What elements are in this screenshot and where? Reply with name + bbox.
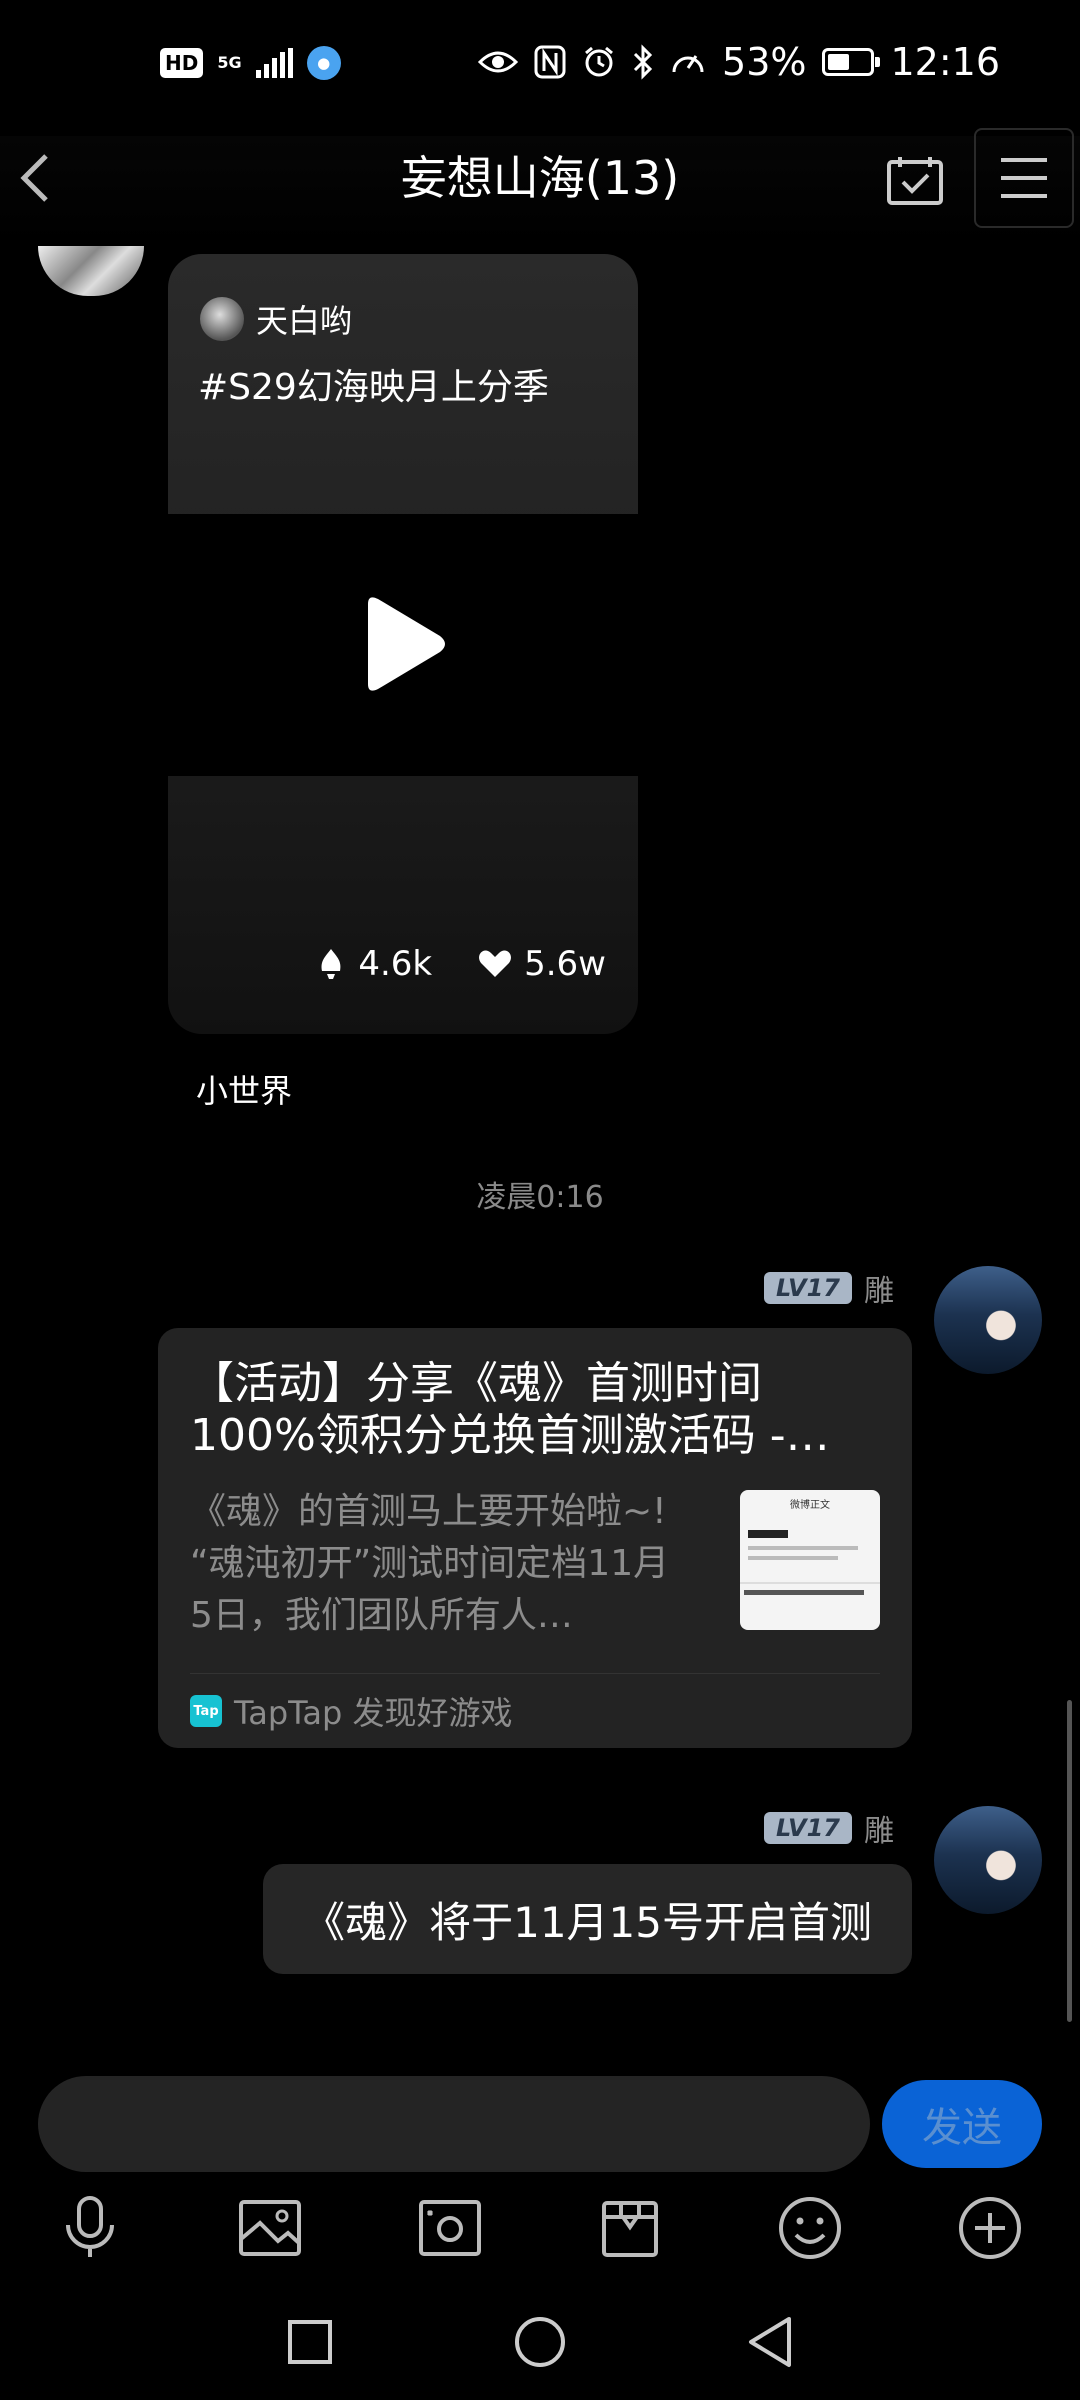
input-toolbar — [0, 2180, 1080, 2276]
author-name: 天白哟 — [256, 302, 353, 340]
checkin-button[interactable] — [880, 148, 950, 212]
notification-badge-icon: ● — [306, 46, 341, 80]
avatar[interactable] — [38, 246, 144, 296]
menu-button[interactable] — [974, 128, 1074, 228]
eye-icon — [478, 51, 519, 73]
link-title: 【活动】分享《魂》首测时间 100%领积分兑换首测激活码 -… — [190, 1358, 880, 1462]
emoji-button[interactable] — [772, 2190, 848, 2266]
thumbnail-title: 微博正文 — [790, 1500, 830, 1511]
link-share-card[interactable]: 【活动】分享《魂》首测时间 100%领积分兑换首测激活码 -… 《魂》的首测马上… — [158, 1328, 912, 1748]
clock: 12:16 — [890, 40, 1000, 84]
link-title-line: 100%领积分兑换首测激活码 -… — [190, 1410, 830, 1461]
back-nav-button[interactable] — [740, 2312, 800, 2372]
taptap-logo-icon: Tap — [190, 1695, 222, 1727]
sender-info: LV17 雕 — [764, 1266, 894, 1310]
time-separator: 凌晨0:16 — [476, 1180, 604, 1215]
network-type: 5G — [217, 53, 242, 72]
video-author: 天白哟 — [200, 296, 352, 342]
avatar[interactable] — [934, 1266, 1042, 1374]
author-avatar — [200, 297, 244, 341]
image-button[interactable] — [232, 2190, 308, 2266]
recents-button[interactable] — [280, 2312, 340, 2372]
recents-icon — [288, 2320, 332, 2364]
send-button[interactable]: 发送 — [882, 2080, 1042, 2168]
play-button[interactable] — [358, 594, 448, 698]
link-desc-line: 5日，我们团队所有人… — [190, 1595, 573, 1636]
nfc-icon — [534, 45, 566, 79]
text-message-bubble[interactable]: 《魂》将于11月15号开启首测 — [263, 1864, 912, 1974]
heart-icon — [479, 950, 512, 977]
source-name: TapTap 发现好游戏 — [234, 1694, 513, 1732]
voice-button[interactable] — [52, 2190, 128, 2266]
link-description: 《魂》的首测马上要开始啦~! “魂沌初开”测试时间定档11月 5日，我们团队所有… — [190, 1486, 690, 1642]
sender-name: 雕 — [864, 1814, 894, 1849]
divider — [190, 1673, 880, 1674]
alarm-icon — [585, 46, 613, 77]
play-icon — [368, 597, 445, 691]
sender-info: LV17 雕 — [764, 1806, 894, 1850]
signal-bars-icon — [255, 48, 293, 78]
video-stats: 4.6k 5.6w — [316, 944, 606, 984]
status-left: HD 5G ● — [160, 46, 341, 80]
card-caption: 小世界 — [196, 1072, 293, 1110]
battery-fill — [828, 54, 850, 70]
box-button[interactable] — [592, 2190, 668, 2266]
camera-button[interactable] — [412, 2190, 488, 2266]
link-title-line: 【活动】分享《魂》首测时间 — [190, 1358, 762, 1409]
emoji-icon — [779, 2197, 841, 2259]
video-share-card[interactable]: 天白哟 #S29幻海映月上分季 4.6k 5.6w — [168, 254, 638, 1034]
menu-icon — [1001, 158, 1047, 198]
mic-icon — [66, 2196, 114, 2257]
link-desc-line: 《魂》的首测马上要开始啦~! — [190, 1491, 667, 1532]
battery-icon — [822, 48, 881, 76]
battery-percent: 53% — [722, 40, 807, 84]
level-badge: LV17 — [764, 1272, 852, 1304]
level-badge: LV17 — [764, 1812, 852, 1844]
link-desc-line: “魂沌初开”测试时间定档11月 — [190, 1543, 670, 1584]
back-nav-icon — [749, 2317, 791, 2367]
plus-icon — [959, 2197, 1021, 2259]
image-icon — [239, 2200, 301, 2256]
status-right: 53% 12:16 — [478, 40, 1000, 84]
bluetooth-icon — [633, 44, 653, 80]
video-tag: #S29幻海映月上分季 — [198, 367, 549, 408]
sender-name: 雕 — [864, 1274, 894, 1309]
home-button[interactable] — [510, 2312, 570, 2372]
heart-count: 5.6w — [524, 944, 606, 984]
avatar[interactable] — [934, 1806, 1042, 1914]
hot-count: 4.6k — [358, 944, 433, 984]
scrollbar[interactable] — [1067, 1700, 1072, 2022]
hd-badge: HD — [160, 48, 204, 78]
camera-icon — [419, 2200, 481, 2256]
flame-icon — [321, 949, 341, 979]
more-button[interactable] — [952, 2190, 1028, 2266]
home-icon — [515, 2317, 565, 2367]
speed-icon — [672, 55, 704, 73]
box-icon — [602, 2201, 658, 2257]
signal-indicator: 5G — [217, 55, 241, 71]
link-thumbnail: 微博正文 — [740, 1490, 880, 1630]
status-bar: HD 5G ● 53% 12:16 — [0, 0, 1080, 136]
message-input[interactable] — [38, 2076, 870, 2172]
link-source: Tap TapTap 发现好游戏 — [190, 1688, 513, 1734]
calendar-check-icon — [887, 157, 943, 205]
